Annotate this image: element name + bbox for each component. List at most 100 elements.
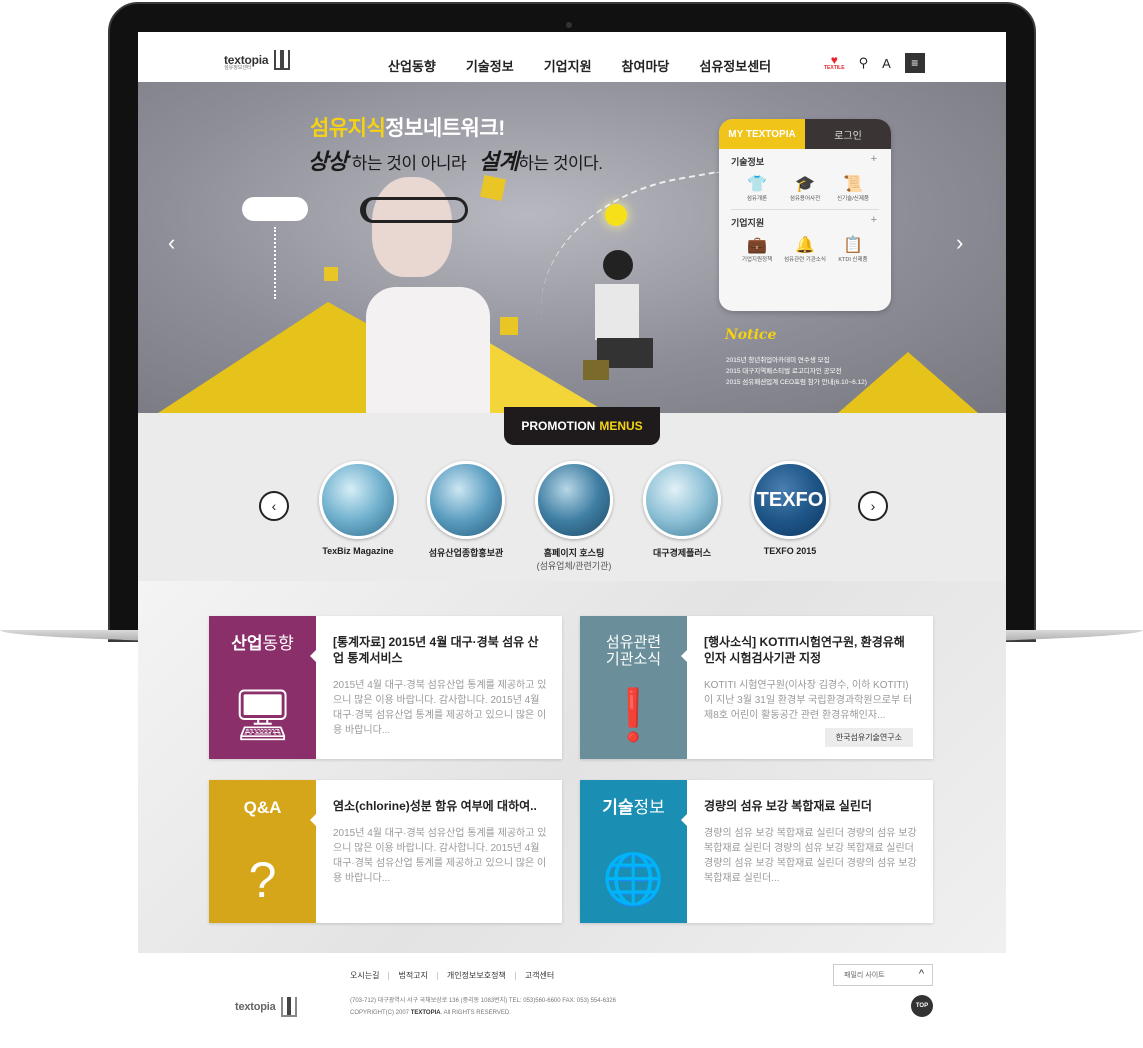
hero-title: 섬유지식정보네트워크! <box>310 112 505 142</box>
card-title[interactable]: [행사소식] KOTITI시험연구원, 환경유해 인자 시험검사기관 지정 <box>704 634 919 666</box>
footer-logo-text: textopia <box>235 1001 276 1013</box>
hero-sub-text-1: 하는 것이 아니라 <box>351 154 467 173</box>
hamburger-menu-icon[interactable]: ≡ <box>904 53 925 73</box>
promo-prev-arrow-icon[interactable]: ‹ <box>259 491 289 521</box>
graduation-cap-icon: 🎓 <box>795 176 815 193</box>
promo-item-sub: (섬유업체/관련기관) <box>536 561 612 571</box>
promo-tag-highlight: MENUS <box>599 419 643 433</box>
card-source-badge[interactable]: 한국섬유기술연구소 <box>824 728 913 747</box>
textile-label: TEXTILE <box>824 65 845 71</box>
logo-mark-icon <box>274 50 291 70</box>
textile-heart-icon[interactable]: ♥ TEXTILE <box>824 54 845 71</box>
site-footer: 오시는길 법적고지 개인정보보호정책 고객센터 패밀리 사이트 ^ textop… <box>138 953 1006 1048</box>
nav-industry-trends[interactable]: 산업동향 <box>388 56 436 75</box>
promo-item-hosting[interactable]: 홈페이지 호스팅 (섬유업체/관련기관) <box>534 461 614 572</box>
panel-item-support-policy[interactable]: 💼 기업지원정책 <box>733 235 781 264</box>
footer-copyright: COPYRIGHT(C) 2007 TEXTOPIA. All RIGHTS R… <box>350 1010 511 1016</box>
nav-business-support[interactable]: 기업지원 <box>544 56 592 75</box>
footer-logo: textopia <box>235 997 297 1017</box>
nav-tech-info[interactable]: 기술정보 <box>466 56 514 75</box>
promo-item-economy-plus[interactable]: 대구경제플러스 <box>642 461 722 572</box>
scroll-top-button[interactable]: TOP <box>911 995 933 1017</box>
card-category: 산업동향 <box>231 634 294 653</box>
question-head-icon: ? <box>248 852 277 908</box>
panel-item-fiber-intro[interactable]: 👕 섬유개론 <box>733 174 781 203</box>
cloud-icon <box>242 197 308 221</box>
promo-item-texfo[interactable]: TEXFO TEXFO 2015 <box>750 461 830 572</box>
font-size-icon[interactable]: A <box>882 56 891 71</box>
office-photo-circle <box>643 461 721 539</box>
card-category-panel: 기술정보 🌐 <box>580 780 687 923</box>
card-qna[interactable]: Q&A ? 염소(chlorine)성분 함유 여부에 대하여.. 2015년 … <box>209 780 562 923</box>
promo-next-arrow-icon[interactable]: › <box>858 491 888 521</box>
card-category-panel: 산업동향 🖥 <box>209 616 316 759</box>
hero-title-rest: 정보네트워크! <box>385 117 505 140</box>
footer-address-line: (703-712) 대구광역시 서구 국채보상로 136 (중리동 1083번지… <box>350 998 616 1004</box>
card-title[interactable]: 경량의 섬유 보강 복합재료 실린더 <box>704 798 919 814</box>
footer-link-directions[interactable]: 오시는길 <box>350 970 379 981</box>
family-site-label: 패밀리 사이트 <box>844 972 885 979</box>
card-body: [통계자료] 2015년 4월 대구·경북 섬유 산업 통계서비스 2015년 … <box>310 616 562 759</box>
globe-icon: 🌐 <box>602 851 665 907</box>
panel-item-new-tech[interactable]: 📜 신기술/신제품 <box>829 174 877 203</box>
panel-item-label: KTDI 신제품 <box>838 257 868 263</box>
card-title[interactable]: [통계자료] 2015년 4월 대구·경북 섬유 산업 통계서비스 <box>333 634 548 666</box>
promo-item-promo-hall[interactable]: 섬유산업종합홍보관 <box>426 461 506 572</box>
panel-item-label: 섬유개론 <box>746 196 768 202</box>
panel-item-agency-news[interactable]: 🔔 섬유관련 기관소식 <box>781 235 829 264</box>
plus-icon[interactable]: + <box>871 153 877 165</box>
card-agency-news[interactable]: 섬유관련 기관소식 ❗ [행사소식] KOTITI시험연구원, 환경유해 인자 시… <box>580 616 933 759</box>
nav-participation[interactable]: 참여마당 <box>622 56 670 75</box>
tab-my-textopia[interactable]: MY TEXTOPIA <box>719 119 805 149</box>
hero-prev-arrow-icon[interactable]: ‹ <box>168 230 175 256</box>
certificate-icon: 📜 <box>843 176 863 193</box>
promo-item-name: 홈페이지 호스팅 <box>543 548 605 558</box>
my-textopia-panel: MY TEXTOPIA 로그인 기술정보 + 👕 섬유개론 🎓 섬유용어사전 📜… <box>719 119 891 311</box>
panel-item-fiber-dictionary[interactable]: 🎓 섬유용어사전 <box>781 174 829 203</box>
card-title[interactable]: 염소(chlorine)성분 함유 여부에 대하여.. <box>333 798 548 814</box>
footer-link-support[interactable]: 고객센터 <box>525 970 554 981</box>
media-photo-circle <box>427 461 505 539</box>
notice-item[interactable]: 2015 섬유패션업계 CEO포럼 참가 안내(6.10~6.12) <box>726 377 867 388</box>
footer-link-privacy[interactable]: 개인정보보호정책 <box>447 970 506 981</box>
idea-person-icon: ❗ <box>602 687 665 743</box>
card-text: 2015년 4월 대구·경북 섬유산업 통계를 제공하고 있으니 많은 이용 바… <box>333 680 547 736</box>
promotion-section: PROMOTION MENUS ‹ › TexBiz Magazine 섬유산업… <box>138 407 1006 581</box>
notice-item[interactable]: 2015 대구지역패스티벌 로고디자인 공모전 <box>726 366 867 377</box>
panel-item-label: 섬유용어사전 <box>789 196 821 202</box>
content-section: 산업동향 🖥 [통계자료] 2015년 4월 대구·경북 섬유 산업 통계서비스… <box>138 581 1006 953</box>
hero-subtitle: 상상 하는 것이 아니라 설계하는 것이다. <box>308 144 603 176</box>
yellow-square-decoration <box>500 317 518 335</box>
footer-link-legal[interactable]: 법적고지 <box>398 970 427 981</box>
dotted-arrow-decoration <box>274 227 276 299</box>
footer-address: (703-712) 대구광역시 서구 국채보상로 136 (중리동 1083번지… <box>350 995 616 1019</box>
family-site-select[interactable]: 패밀리 사이트 ^ <box>833 964 933 986</box>
promo-item-name: 대구경제플러스 <box>653 548 711 558</box>
main-nav: 산업동향 기술정보 기업지원 참여마당 섬유정보센터 <box>388 56 771 75</box>
search-icon[interactable]: ⚲ <box>859 55 869 71</box>
hero-sub-text-2: 하는 것이다. <box>518 154 603 173</box>
tab-login[interactable]: 로그인 <box>805 119 891 149</box>
card-text: 경량의 섬유 보강 복합재료 실린더 경량의 섬유 보강 복합재료 실린더 경량… <box>704 828 917 884</box>
card-tech-info[interactable]: 기술정보 🌐 경량의 섬유 보강 복합재료 실린더 경량의 섬유 보강 복합재료… <box>580 780 933 923</box>
promo-item-texbiz[interactable]: TexBiz Magazine <box>318 461 398 572</box>
card-industry-trends[interactable]: 산업동향 🖥 [통계자료] 2015년 4월 대구·경북 섬유 산업 통계서비스… <box>209 616 562 759</box>
panel-item-label: 신기술/신제품 <box>837 196 869 202</box>
bell-icon: 🔔 <box>795 237 815 254</box>
notice-list: 2015년 청년취업아카데미 연수생 모집 2015 대구지역패스티벌 로고디자… <box>726 355 867 388</box>
hero-title-highlight: 섬유지식 <box>310 117 386 140</box>
plus-icon[interactable]: + <box>871 214 877 226</box>
notice-item[interactable]: 2015년 청년취업아카데미 연수생 모집 <box>726 355 867 366</box>
card-category: 섬유관련 기관소식 <box>605 634 662 668</box>
site-logo[interactable]: textopia 섬유정보센터 <box>224 50 291 71</box>
site-header: textopia 섬유정보센터 산업동향 기술정보 기업지원 참여마당 섬유정보… <box>138 32 1006 82</box>
card-category: Q&A <box>243 798 282 817</box>
sweater-icon: 👕 <box>747 176 767 193</box>
panel-section-tech-info: 기술정보 + 👕 섬유개론 🎓 섬유용어사전 📜 신기술/신제품 <box>719 149 891 209</box>
promo-item-name: 섬유산업종합홍보관 <box>428 548 504 558</box>
panel-item-ktdi[interactable]: 📋 KTDI 신제품 <box>829 235 877 264</box>
nav-fiber-info-center[interactable]: 섬유정보센터 <box>699 56 771 75</box>
hero-next-arrow-icon[interactable]: › <box>956 230 963 256</box>
panel-item-label: 섬유관련 기관소식 <box>783 257 826 263</box>
website-screen: textopia 섬유정보센터 산업동향 기술정보 기업지원 참여마당 섬유정보… <box>138 32 1006 1048</box>
